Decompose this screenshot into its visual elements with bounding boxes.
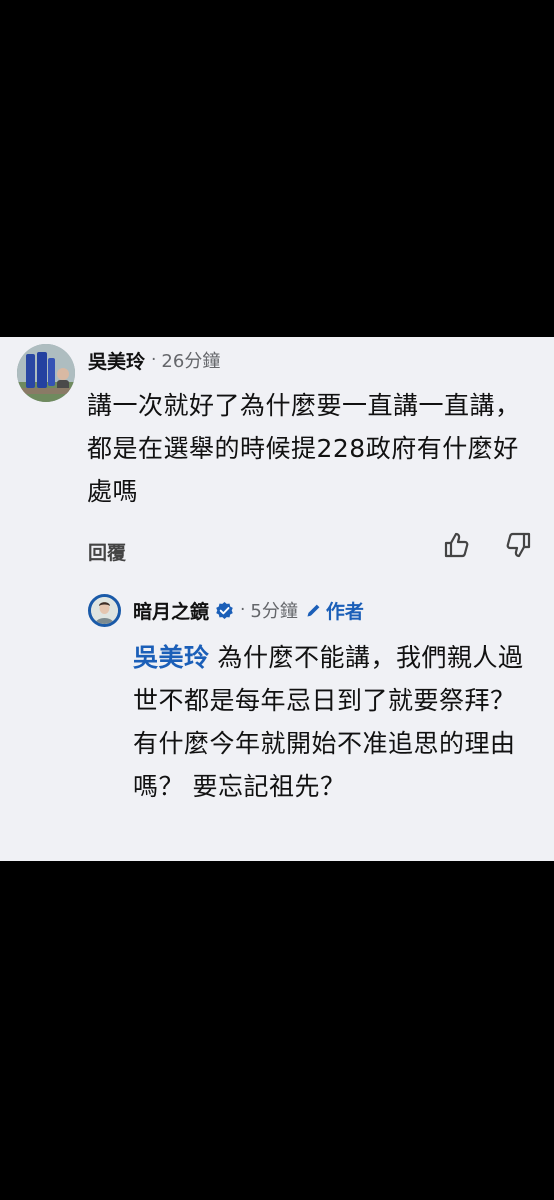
screen: 吳美玲 · 26分鐘 講一次就好了為什麼要一直講一直講，都是在選舉的時候提228… (0, 0, 554, 1200)
reply-text-block: 吳美玲 為什麼不能講，我們親人過世不都是每年忌日到了就要祭拜？ 有什麼今年就開始不… (133, 636, 538, 808)
commenter-avatar[interactable] (17, 344, 75, 402)
meta-separator: · (240, 600, 246, 620)
reply-button[interactable]: 回覆 (88, 538, 126, 565)
avatar-inner (91, 597, 118, 624)
comment-thread: 吳美玲 · 26分鐘 講一次就好了為什麼要一直講一直講，都是在選舉的時候提228… (0, 337, 554, 861)
comment-timestamp: 26分鐘 (161, 351, 221, 372)
reply-timestamp: 5分鐘 (250, 601, 298, 622)
comment-text: 講一次就好了為什麼要一直講一直講，都是在選舉的時候提228政府有什麼好處嗎 (87, 391, 521, 506)
comment-author[interactable]: 吳美玲 (88, 347, 145, 374)
reply-header: 暗月之鏡 · 5分鐘 作者 (133, 596, 364, 624)
author-badge-label: 作者 (325, 600, 364, 623)
author-badge: 作者 (306, 597, 364, 624)
mention-link[interactable]: 吳美玲 (133, 643, 210, 672)
avatar-photo-icon (17, 344, 75, 402)
verified-badge-icon (216, 601, 233, 619)
thumbs-down-icon[interactable] (506, 531, 532, 559)
avatar-portrait-icon (91, 597, 118, 624)
pencil-icon (307, 604, 320, 617)
reply-author[interactable]: 暗月之鏡 (133, 597, 209, 624)
comment-header: 吳美玲 · 26分鐘 (88, 347, 220, 373)
reply-author-avatar[interactable] (88, 594, 121, 627)
meta-separator: · (151, 350, 157, 370)
thumbs-up-icon[interactable] (443, 531, 469, 559)
